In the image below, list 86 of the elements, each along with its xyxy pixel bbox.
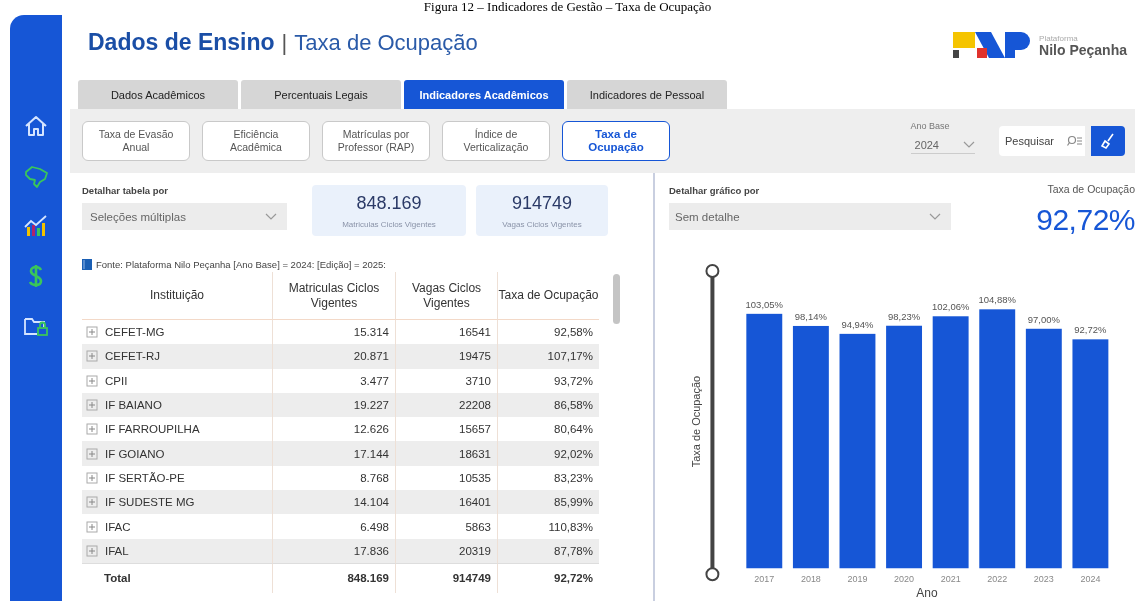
- table-cell: 16401: [395, 490, 497, 515]
- logo-caption: Plataforma: [1039, 35, 1079, 43]
- table-cell: 87,78%: [497, 538, 599, 563]
- table-cell: 20.871: [272, 344, 395, 369]
- tab[interactable]: Indicadores Acadêmicos: [404, 80, 564, 109]
- table-cell: IFAC: [105, 520, 131, 533]
- table-cell: 6.498: [272, 514, 395, 539]
- table-cell: 19.227: [272, 392, 395, 418]
- column-header: Matriculas Ciclos Vigentes: [272, 272, 395, 320]
- table-cell: IFAL: [105, 544, 129, 557]
- field-label: Ano Base: [910, 120, 951, 131]
- year-dropdown[interactable]: 2024: [910, 136, 975, 154]
- table-cell: 17.144: [272, 441, 395, 466]
- kpi-value: 914749: [511, 192, 573, 214]
- table-cell: CPII: [105, 374, 128, 387]
- table-cell: 92,02%: [497, 441, 599, 466]
- subtab-button[interactable]: Índice de Verticalização: [442, 121, 550, 161]
- column-header: Vagas Ciclos Vigentes: [395, 272, 497, 320]
- page-title: Dados de Ensino: [88, 28, 275, 56]
- total-cell: Total: [82, 562, 272, 593]
- subtab-button[interactable]: Taxa de Ocupação: [562, 121, 670, 161]
- logo-name: Nilo Peçanha: [1039, 43, 1127, 57]
- total-cell: 848.169: [272, 562, 395, 593]
- x-tick-label: 2024: [1080, 574, 1101, 585]
- table-cell: 86,58%: [497, 392, 599, 418]
- table-cell: 14.104: [272, 490, 395, 515]
- table-cell: CEFET-RJ: [105, 350, 160, 363]
- x-tick-label: 2017: [754, 574, 775, 585]
- value-label: 98,14%: [794, 310, 827, 322]
- value-label: 92,72%: [1074, 324, 1107, 336]
- total-cell: 914749: [395, 562, 497, 593]
- kpi-value: 848.169: [356, 192, 422, 214]
- value-label: 98,23%: [888, 310, 921, 322]
- table-cell: IF BAIANO: [105, 399, 162, 412]
- page-subtitle: Taxa de Ocupação: [294, 29, 478, 56]
- title-separator: |: [281, 29, 288, 56]
- table-cell: 110,83%: [497, 514, 599, 539]
- subtab-button[interactable]: Taxa de Evasão Anual: [82, 121, 190, 161]
- x-tick-label: 2023: [1033, 574, 1054, 585]
- total-cell: 92,72%: [497, 562, 599, 593]
- y-axis-title: Taxa de Ocupação: [690, 375, 703, 468]
- figure-caption: Figura 12 – Indicadores de Gestão – Taxa de Ocupação: [423, 0, 712, 14]
- table-cell: 5863: [395, 514, 497, 539]
- value-label: 94,94%: [841, 318, 874, 330]
- table-cell: IF SUDESTE MG: [105, 496, 195, 509]
- column-header: Taxa de Ocupação: [497, 272, 599, 320]
- table-cell: 22208: [395, 392, 497, 418]
- value-label: 97,00%: [1027, 313, 1060, 325]
- x-tick-label: 2022: [987, 574, 1008, 585]
- table-cell: 18631: [395, 441, 497, 466]
- tab[interactable]: Dados Acadêmicos: [78, 80, 238, 109]
- search-field[interactable]: Pesquisar: [999, 126, 1067, 156]
- x-tick-label: 2018: [800, 574, 821, 585]
- value-label: 102,06%: [931, 301, 970, 313]
- kpi-value: 92,72%: [1036, 203, 1135, 237]
- table-cell: 85,99%: [497, 490, 599, 515]
- chart-detail-dropdown[interactable]: Sem detalhe: [669, 203, 951, 230]
- subtab-button[interactable]: Matrículas por Professor (RAP): [322, 121, 430, 161]
- table-cell: 3710: [395, 368, 497, 393]
- tab[interactable]: Indicadores de Pessoal: [567, 80, 727, 109]
- table-cell: 20319: [395, 538, 497, 563]
- subtab-button[interactable]: Eficiência Acadêmica: [202, 121, 310, 161]
- filter-label: Detalhar tabela por: [82, 185, 170, 196]
- kpi-label: Taxa de Ocupação: [1047, 183, 1135, 195]
- kpi-label: Matriculas Ciclos Vigentes: [342, 219, 436, 229]
- table-cell: 93,72%: [497, 368, 599, 393]
- x-axis-title: Ano: [916, 586, 938, 600]
- table-cell: 19475: [395, 344, 497, 369]
- table-detail-dropdown[interactable]: Seleções múltiplas: [82, 203, 287, 230]
- value-label: 103,05%: [745, 298, 783, 310]
- kpi-label: Vagas Ciclos Vigentes: [502, 219, 582, 229]
- value-label: 104,88%: [978, 294, 1016, 306]
- table-cell: CEFET-MG: [105, 326, 165, 339]
- column-header: Instituição: [82, 272, 272, 320]
- x-tick-label: 2021: [940, 574, 961, 585]
- x-tick-label: 2019: [847, 574, 868, 585]
- table-cell: IF GOIANO: [105, 447, 165, 460]
- table-cell: IF SERTÃO-PE: [105, 471, 185, 484]
- table-cell: IF FARROUPILHA: [105, 423, 200, 436]
- table-cell: 3.477: [272, 368, 395, 393]
- tab[interactable]: Percentuais Legais: [241, 80, 401, 109]
- filter-label: Detalhar gráfico por: [669, 185, 761, 196]
- source-note: Fonte: Plataforma Nilo Peçanha [Ano Base] = 2024: [Edição] = 2025:: [96, 259, 386, 270]
- x-tick-label: 2020: [894, 574, 915, 585]
- table-cell: 17.836: [272, 538, 395, 563]
- table-cell: 107,17%: [497, 344, 599, 369]
